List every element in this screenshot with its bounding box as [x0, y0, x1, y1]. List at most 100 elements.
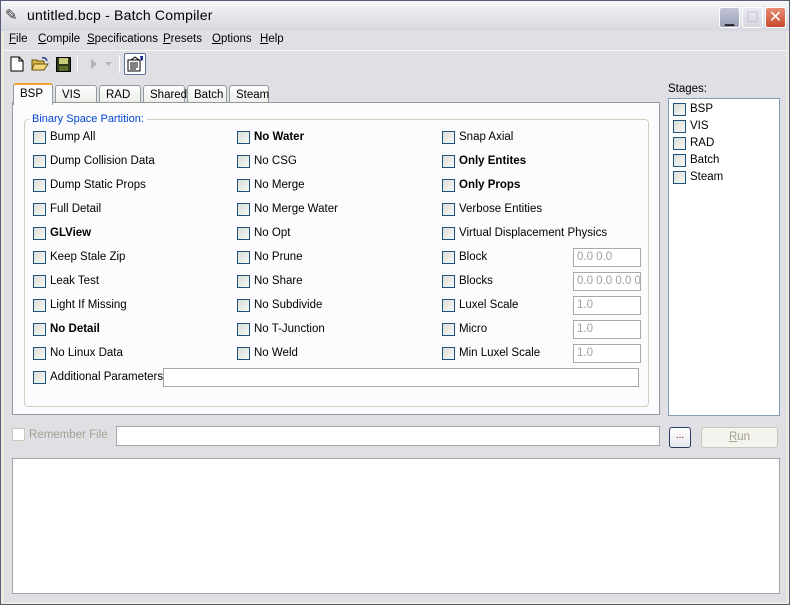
checkbox-box[interactable]	[33, 130, 46, 144]
browse-button[interactable]: ...	[669, 427, 691, 448]
checkbox-snap-axial[interactable]: Snap Axial	[442, 129, 513, 145]
checkbox-only-props[interactable]: Only Props	[442, 177, 520, 193]
checkbox-no-merge[interactable]: No Merge	[237, 177, 305, 193]
checkbox-min-luxel-scale[interactable]: Min Luxel Scale	[442, 345, 540, 361]
checkbox-box[interactable]	[442, 298, 455, 312]
close-button[interactable]: ✕	[765, 7, 786, 28]
stage-bsp[interactable]: BSP	[673, 101, 713, 117]
checkbox-glview[interactable]: GLView	[33, 225, 91, 241]
new-file-button[interactable]	[6, 53, 28, 75]
checkbox-box[interactable]	[673, 119, 686, 133]
checkbox-light-if-missing[interactable]: Light If Missing	[33, 297, 127, 313]
checkbox-no-subdivide[interactable]: No Subdivide	[237, 297, 322, 313]
checkbox-dump-static-props[interactable]: Dump Static Props	[33, 177, 146, 193]
checkbox-leak-test[interactable]: Leak Test	[33, 273, 99, 289]
checkbox-box[interactable]	[673, 153, 686, 167]
checkbox-luxel-scale[interactable]: Luxel Scale	[442, 297, 518, 313]
checkbox-box[interactable]	[673, 170, 686, 184]
checkbox-box[interactable]	[442, 274, 455, 288]
stage-rad[interactable]: RAD	[673, 135, 714, 151]
checkbox-box[interactable]	[442, 322, 455, 336]
title-bar[interactable]: ✎ untitled.bcp - Batch Compiler ▁ ☐ ✕	[1, 1, 789, 31]
checkbox-box[interactable]	[33, 250, 46, 264]
checkbox-box[interactable]	[33, 226, 46, 240]
luxel-scale-input[interactable]: 1.0	[573, 296, 641, 315]
checkbox-box[interactable]	[237, 274, 250, 288]
additional-parameters-input[interactable]	[163, 368, 639, 387]
checkbox-no-merge-water[interactable]: No Merge Water	[237, 201, 338, 217]
checkbox-box[interactable]	[442, 346, 455, 360]
checkbox-block[interactable]: Block	[442, 249, 487, 265]
checkbox-blocks[interactable]: Blocks	[442, 273, 493, 289]
run-button[interactable]: Run	[701, 427, 778, 448]
blocks-input[interactable]: 0.0 0.0 0.0 0.0	[573, 272, 641, 291]
checkbox-no-t-junction[interactable]: No T-Junction	[237, 321, 325, 337]
checkbox-box[interactable]	[33, 298, 46, 312]
checkbox-box[interactable]	[237, 298, 250, 312]
checkbox-box[interactable]	[237, 178, 250, 192]
save-button[interactable]	[52, 53, 74, 75]
checkbox-box[interactable]	[237, 226, 250, 240]
checkbox-no-csg[interactable]: No CSG	[237, 153, 297, 169]
checkbox-box[interactable]	[442, 178, 455, 192]
tab-bsp[interactable]: BSP	[13, 83, 53, 105]
checkbox-box[interactable]	[442, 226, 455, 240]
checkbox-box[interactable]	[33, 178, 46, 192]
checkbox-no-share[interactable]: No Share	[237, 273, 303, 289]
stage-steam[interactable]: Steam	[673, 169, 723, 185]
checkbox-box[interactable]	[33, 154, 46, 168]
checkbox-box[interactable]	[442, 202, 455, 216]
checkbox-bump-all[interactable]: Bump All	[33, 129, 95, 145]
checkbox-box[interactable]	[237, 154, 250, 168]
output-log[interactable]	[12, 458, 780, 594]
checkbox-box[interactable]	[237, 250, 250, 264]
checkbox-no-detail[interactable]: No Detail	[33, 321, 100, 337]
min-luxel-scale-input[interactable]: 1.0	[573, 344, 641, 363]
checkbox-box[interactable]	[237, 130, 250, 144]
block-input[interactable]: 0.0 0.0	[573, 248, 641, 267]
file-path-input[interactable]	[116, 426, 660, 446]
checkbox-full-detail[interactable]: Full Detail	[33, 201, 101, 217]
menu-specifications[interactable]: Specifications	[87, 33, 158, 45]
checkbox-box[interactable]	[237, 346, 250, 360]
checkbox-box[interactable]	[442, 130, 455, 144]
open-file-button[interactable]	[29, 53, 51, 75]
menu-file[interactable]: File	[9, 33, 28, 45]
checkbox-verbose-entities[interactable]: Verbose Entities	[442, 201, 542, 217]
checkbox-box[interactable]	[442, 154, 455, 168]
checkbox-no-prune[interactable]: No Prune	[237, 249, 303, 265]
checkbox-box[interactable]	[33, 370, 46, 384]
checkbox-no-linux-data[interactable]: No Linux Data	[33, 345, 123, 361]
checkbox-box[interactable]	[33, 202, 46, 216]
minimize-button[interactable]: ▁	[719, 7, 740, 28]
menu-help[interactable]: Help	[260, 33, 284, 45]
stage-vis[interactable]: VIS	[673, 118, 709, 134]
run-dropdown-button[interactable]	[101, 53, 115, 75]
checkbox-dump-collision-data[interactable]: Dump Collision Data	[33, 153, 155, 169]
checkbox-only-entities[interactable]: Only Entites	[442, 153, 526, 169]
micro-input[interactable]: 1.0	[573, 320, 641, 339]
checkbox-keep-stale-zip[interactable]: Keep Stale Zip	[33, 249, 125, 265]
checkbox-box[interactable]	[442, 250, 455, 264]
menu-options[interactable]: Options	[212, 33, 252, 45]
remember-file-checkbox[interactable]: Remember File	[12, 428, 108, 441]
checkbox-box[interactable]	[33, 322, 46, 336]
checkbox-box[interactable]	[673, 136, 686, 150]
checkbox-no-opt[interactable]: No Opt	[237, 225, 290, 241]
checkbox-no-weld[interactable]: No Weld	[237, 345, 298, 361]
checkbox-box[interactable]	[12, 428, 25, 441]
checkbox-virtual-displacement-physics[interactable]: Virtual Displacement Physics	[442, 225, 607, 241]
checkbox-additional-parameters[interactable]: Additional Parameters	[33, 369, 163, 385]
checkbox-box[interactable]	[33, 274, 46, 288]
checkbox-box[interactable]	[33, 346, 46, 360]
menu-presets[interactable]: Presets	[163, 33, 202, 45]
checkbox-box[interactable]	[237, 322, 250, 336]
checkbox-no-water[interactable]: No Water	[237, 129, 304, 145]
checkbox-micro[interactable]: Micro	[442, 321, 487, 337]
menu-compile[interactable]: Compile	[38, 33, 80, 45]
stage-batch[interactable]: Batch	[673, 152, 719, 168]
checkbox-box[interactable]	[237, 202, 250, 216]
maximize-button[interactable]: ☐	[742, 7, 763, 28]
checkbox-box[interactable]	[673, 102, 686, 116]
properties-button[interactable]	[124, 53, 146, 75]
